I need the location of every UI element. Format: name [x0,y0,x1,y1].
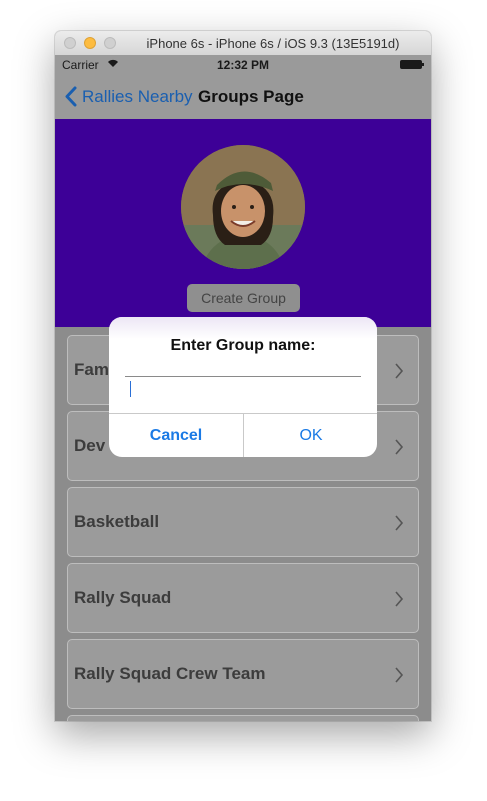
ok-button[interactable]: OK [244,414,377,457]
status-time: 12:32 PM [216,58,270,72]
chevron-right-icon [395,667,404,683]
group-name: Rally Squad Crew Team [74,664,266,683]
avatar-photo [181,145,305,269]
create-group-button[interactable]: Create Group [187,284,300,312]
chevron-right-icon [395,439,404,455]
close-window-button[interactable] [64,37,76,49]
phone-screen: Carrier 12:32 PM Rallies Nearby Groups P… [55,55,431,721]
status-bar: Carrier 12:32 PM [55,55,431,75]
minimize-window-button[interactable] [84,37,96,49]
group-header-panel: Create Group [55,119,431,327]
avatar[interactable] [181,145,305,269]
group-name-alert: Enter Group name: Cancel OK [109,317,377,457]
group-name: Dev [74,436,106,455]
battery-icon [400,60,424,69]
page-title: Groups Page [198,87,304,106]
group-name-input[interactable] [125,376,361,401]
back-chevron-icon[interactable] [64,86,77,107]
group-row-rally-squad[interactable]: Rally Squad [67,563,419,633]
window-titlebar: iPhone 6s - iPhone 6s / iOS 9.3 (13E5191… [55,31,431,56]
simulator-window: iPhone 6s - iPhone 6s / iOS 9.3 (13E5191… [55,31,431,721]
group-name: Basketball [74,512,160,531]
group-row-basketball[interactable]: Basketball [67,487,419,557]
alert-tint [109,317,377,339]
group-name: Fam [74,360,109,379]
group-name: Rally Squad [74,588,172,607]
window-title: iPhone 6s - iPhone 6s / iOS 9.3 (13E5191… [146,36,400,51]
navigation-bar: Rallies Nearby Groups Page [55,75,431,119]
chevron-right-icon [395,591,404,607]
alert-title: Enter Group name: [170,337,316,354]
cancel-button[interactable]: Cancel [109,414,243,457]
group-row-partial[interactable] [67,715,419,721]
zoom-window-button[interactable] [104,37,116,49]
chevron-right-icon [395,363,404,379]
back-button[interactable]: Rallies Nearby [82,87,193,107]
chevron-right-icon [395,515,404,531]
group-row-rally-squad-crew-team[interactable]: Rally Squad Crew Team [67,639,419,709]
text-caret [130,381,131,397]
